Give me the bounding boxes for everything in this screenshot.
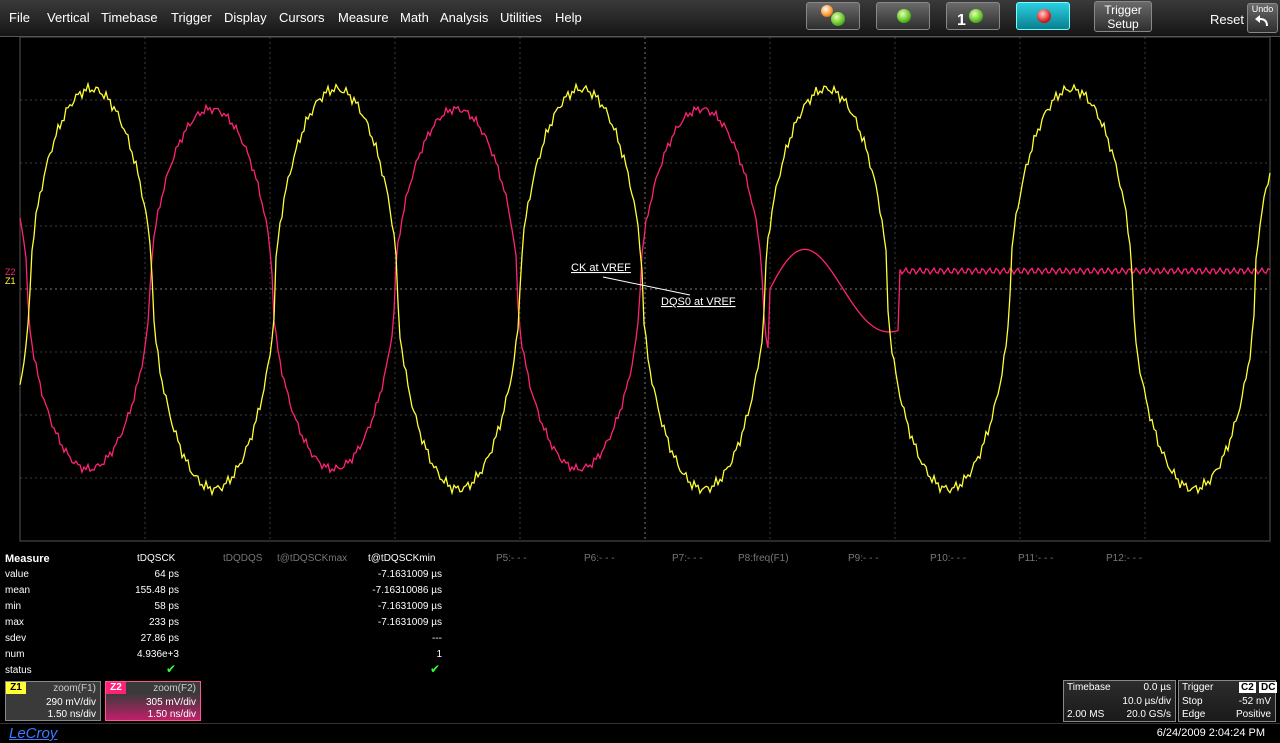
single-button[interactable]: 1 <box>946 2 1000 30</box>
param-p11-name[interactable]: P11:- - - <box>1018 553 1053 564</box>
green-led-icon <box>831 12 845 26</box>
stop-icon <box>1037 9 1051 23</box>
param-p4-name[interactable]: t@tDQSCKmin <box>368 553 435 564</box>
p1-num: 4.936e+3 <box>137 649 179 660</box>
trigger-slope: Positive <box>1235 709 1271 720</box>
waveform-grid: CK at VREF DQS0 at VREF Z2 Z1 <box>5 36 1280 552</box>
p1-value: 64 ps <box>154 569 179 580</box>
z2-tag: Z2 <box>106 682 126 694</box>
reset-button[interactable]: Reset <box>1210 12 1244 27</box>
row-label-sdev: sdev <box>5 633 27 644</box>
row-label-num: num <box>5 649 25 660</box>
p4-mean: -7.16310086 µs <box>372 585 442 596</box>
z2-title: zoom(F2) <box>153 683 196 694</box>
normal-button[interactable] <box>876 2 930 30</box>
timebase-label: Timebase <box>1067 682 1111 693</box>
menu-bar: File Vertical Timebase Trigger Display C… <box>0 0 1280 37</box>
annotation-ck: CK at VREF <box>571 262 631 274</box>
undo-button[interactable]: Undo <box>1247 3 1278 33</box>
p4-value: -7.1631009 µs <box>377 569 442 580</box>
param-p10-name[interactable]: P10:- - - <box>930 553 966 564</box>
trigger-coupling-badge: DC <box>1259 682 1278 693</box>
undo-label: Undo <box>1251 4 1274 14</box>
param-p6-name[interactable]: P6:- - - <box>584 553 615 564</box>
grid-lines <box>19 36 1271 542</box>
p4-num: 1 <box>436 649 442 660</box>
row-label-value: value <box>5 569 29 580</box>
menu-display[interactable]: Display <box>224 10 267 25</box>
menu-vertical[interactable]: Vertical <box>47 10 90 25</box>
z1-vdiv: 290 mV/div <box>45 697 96 708</box>
timebase-tdiv: 10.0 µs/div <box>1122 696 1171 707</box>
trigger-type: Edge <box>1182 709 1206 720</box>
param-p9-name[interactable]: P9:- - - <box>848 553 879 564</box>
timebase-rate: 20.0 GS/s <box>1126 709 1171 720</box>
trigger-setup-button[interactable]: Trigger Setup <box>1094 1 1152 32</box>
measure-table: Measure value mean min max sdev num stat… <box>0 550 1280 680</box>
row-label-mean: mean <box>5 585 31 596</box>
p4-sdev: --- <box>432 633 442 644</box>
z2-tdiv: 1.50 ns/div <box>147 709 196 720</box>
param-p1-name[interactable]: tDQSCK <box>137 553 175 564</box>
param-p12-name[interactable]: P12:- - - <box>1106 553 1142 564</box>
menu-analysis[interactable]: Analysis <box>440 10 488 25</box>
trigger-mode: Stop <box>1182 696 1203 707</box>
z2-vdiv: 305 mV/div <box>145 697 196 708</box>
date-time: 6/24/2009 2:04:24 PM <box>1156 727 1265 739</box>
single-icon <box>969 9 983 23</box>
row-label-min: min <box>5 601 22 612</box>
param-p3-name[interactable]: t@tDQSCKmax <box>277 553 347 564</box>
annotation-dqs: DQS0 at VREF <box>661 296 736 308</box>
menu-math[interactable]: Math <box>400 10 429 25</box>
param-p5-name[interactable]: P5:- - - <box>496 553 527 564</box>
z1-descriptor[interactable]: Z1 zoom(F1) 290 mV/div 1.50 ns/div <box>5 681 101 721</box>
p4-status-check-icon: ✔ <box>430 662 441 676</box>
trigger-setup-line1: Trigger <box>1104 3 1142 17</box>
menu-file[interactable]: File <box>9 10 30 25</box>
z1-tdiv: 1.50 ns/div <box>47 709 96 720</box>
p1-mean: 155.48 ps <box>135 585 179 596</box>
row-label-max: max <box>5 617 24 628</box>
timebase-descriptor[interactable]: Timebase 0.0 µs 10.0 µs/div 2.00 MS 20.0… <box>1063 680 1176 722</box>
menu-trigger[interactable]: Trigger <box>171 10 212 25</box>
undo-icon <box>1254 15 1268 26</box>
timebase-delay: 0.0 µs <box>1143 682 1171 693</box>
trigger-label: Trigger <box>1182 682 1214 693</box>
measure-title: Measure <box>5 553 50 565</box>
row-label-status: status <box>5 665 32 676</box>
z1-marker[interactable]: Z1 <box>5 276 16 286</box>
param-p8-name[interactable]: P8:freq(F1) <box>738 553 789 564</box>
menu-measure[interactable]: Measure <box>338 10 389 25</box>
z1-tag: Z1 <box>6 682 26 694</box>
p4-max: -7.1631009 µs <box>377 617 442 628</box>
p4-min: -7.1631009 µs <box>377 601 442 612</box>
timebase-samples: 2.00 MS <box>1067 709 1105 720</box>
p1-min: 58 ps <box>154 601 179 612</box>
status-bar: LeCroy 6/24/2009 2:04:24 PM <box>0 723 1280 743</box>
param-p7-name[interactable]: P7:- - - <box>672 553 703 564</box>
param-p2-name[interactable]: tDQDQS <box>223 553 262 564</box>
z1-title: zoom(F1) <box>53 683 96 694</box>
z2-descriptor[interactable]: Z2 zoom(F2) 305 mV/div 1.50 ns/div <box>105 681 201 721</box>
trigger-descriptor[interactable]: Trigger C2 DC Stop -52 mV Edge Positive <box>1178 680 1278 722</box>
menu-timebase[interactable]: Timebase <box>101 10 158 25</box>
brand-logo[interactable]: LeCroy <box>9 725 57 742</box>
p1-max: 233 ps <box>148 617 179 628</box>
annotation-pointer <box>602 276 691 296</box>
run-icon <box>897 9 911 23</box>
menu-help[interactable]: Help <box>555 10 582 25</box>
single-label: 1 <box>957 12 966 29</box>
trigger-setup-line2: Setup <box>1107 17 1139 31</box>
menu-cursors[interactable]: Cursors <box>279 10 325 25</box>
stop-button[interactable] <box>1016 2 1070 30</box>
p1-status-check-icon: ✔ <box>166 662 177 676</box>
trigger-source-badge: C2 <box>1239 682 1256 693</box>
auto-button[interactable] <box>806 2 860 30</box>
p1-sdev: 27.86 ps <box>140 633 179 644</box>
menu-utilities[interactable]: Utilities <box>500 10 542 25</box>
waveform-display[interactable]: CK at VREF DQS0 at VREF Z2 Z1 <box>0 36 1280 552</box>
trigger-level: -52 mV <box>1238 696 1271 707</box>
